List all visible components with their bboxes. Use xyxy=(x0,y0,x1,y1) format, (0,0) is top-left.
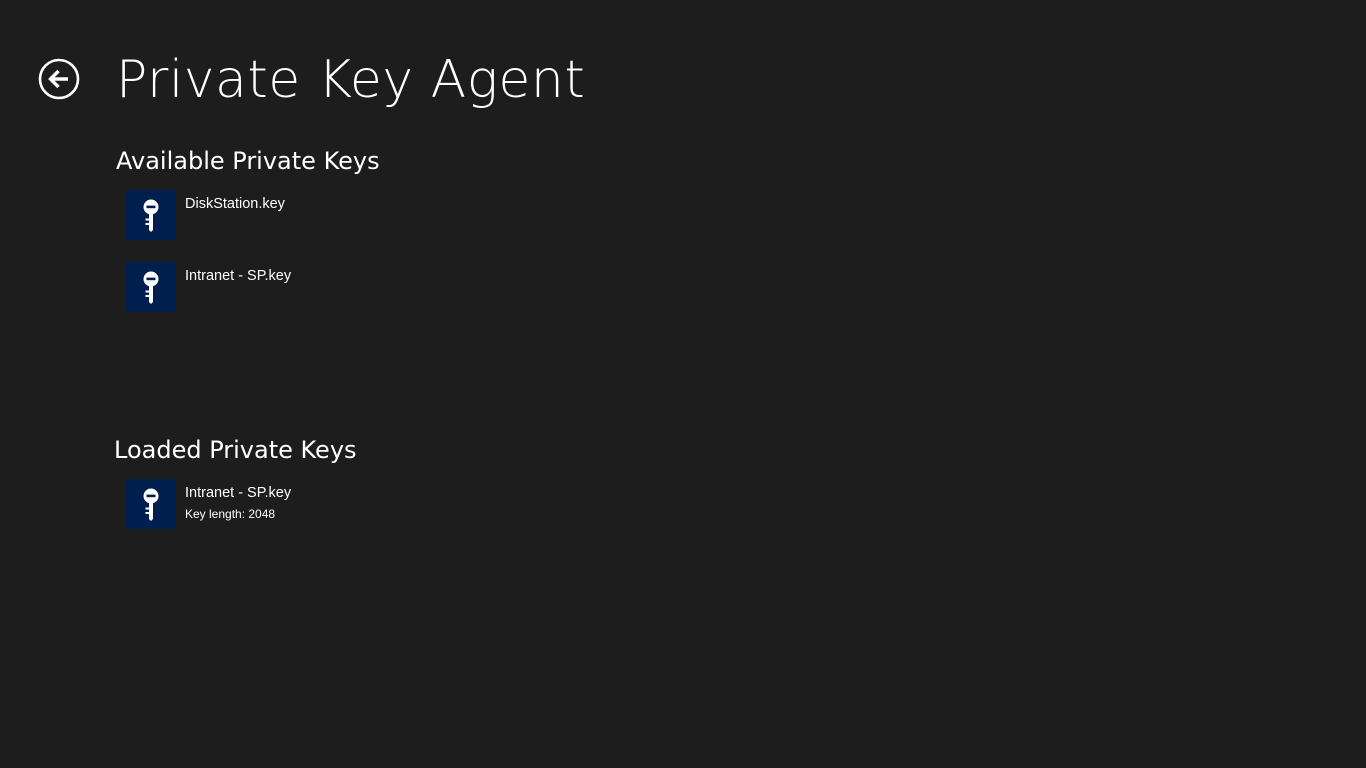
loaded-keys-heading: Loaded Private Keys xyxy=(114,436,357,464)
key-name: Intranet - SP.key xyxy=(185,485,292,501)
key-tile xyxy=(126,479,176,529)
available-keys-list: DiskStation.key Intranet - SP.key xyxy=(126,190,486,334)
key-icon xyxy=(143,488,159,521)
back-button[interactable] xyxy=(38,58,80,100)
key-length-label: Key length: 2048 xyxy=(185,507,276,521)
app-page: Private Key Agent Available Private Keys… xyxy=(0,0,1366,768)
list-item-available-key[interactable]: DiskStation.key xyxy=(126,190,486,240)
list-item-available-key[interactable]: Intranet - SP.key xyxy=(126,262,486,312)
list-item-loaded-key[interactable]: Intranet - SP.key Key length: 2048 xyxy=(126,479,486,529)
available-keys-heading: Available Private Keys xyxy=(116,147,380,175)
loaded-keys-list: Intranet - SP.key Key length: 2048 xyxy=(126,479,486,551)
key-tile xyxy=(126,262,176,312)
key-icon xyxy=(143,199,159,232)
page-title: Private Key Agent xyxy=(116,50,586,110)
back-arrow-icon xyxy=(38,58,80,100)
key-icon xyxy=(143,271,159,304)
key-tile xyxy=(126,190,176,240)
key-name: DiskStation.key xyxy=(185,196,285,212)
key-name: Intranet - SP.key xyxy=(185,268,292,284)
